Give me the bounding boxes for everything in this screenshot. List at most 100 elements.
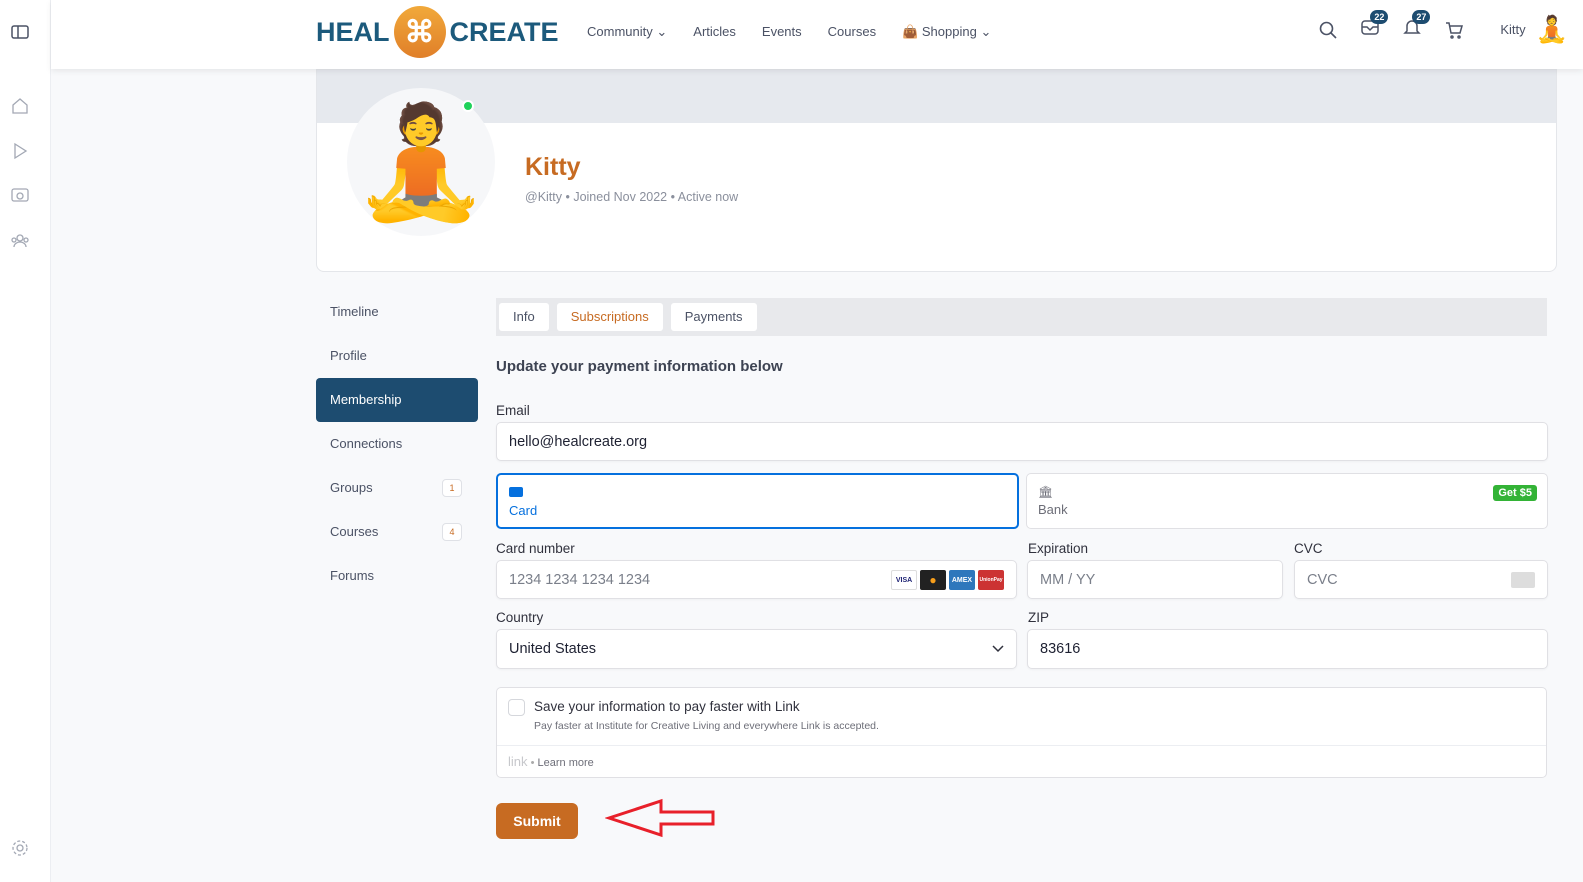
- link-save-box: Save your information to pay faster with…: [496, 687, 1547, 778]
- site-logo[interactable]: HEAL ⌘ CREATE: [316, 6, 559, 58]
- bank-tab-label: Bank: [1038, 502, 1068, 517]
- zip-value: 83616: [1040, 641, 1081, 657]
- cvc-placeholder: CVC: [1307, 571, 1338, 588]
- nav-articles[interactable]: Articles: [693, 24, 736, 40]
- membership-tabs: Info Subscriptions Payments: [496, 298, 1547, 336]
- nav-events[interactable]: Events: [762, 24, 802, 40]
- cvc-label: CVC: [1294, 541, 1323, 556]
- menu-forums[interactable]: Forums: [316, 554, 478, 598]
- chevron-down-icon: [992, 645, 1004, 653]
- submit-button[interactable]: Submit: [496, 803, 578, 839]
- chevron-down-icon: ⌄: [656, 24, 668, 39]
- zip-input[interactable]: 83616: [1027, 629, 1548, 669]
- menu-label: Groups: [330, 480, 373, 495]
- email-field[interactable]: hello@healcreate.org: [496, 422, 1548, 461]
- visa-icon: VISA: [891, 570, 917, 590]
- card-number-placeholder: 1234 1234 1234 1234: [509, 571, 651, 588]
- messages-button[interactable]: 22: [1360, 10, 1389, 42]
- email-value: hello@healcreate.org: [509, 433, 648, 450]
- link-description: Pay faster at Institute for Creative Liv…: [534, 720, 879, 732]
- email-label: Email: [496, 403, 530, 418]
- courses-count: 4: [442, 523, 462, 541]
- expiration-label: Expiration: [1028, 541, 1089, 556]
- form-heading: Update your payment information below: [496, 358, 783, 375]
- bank-icon: 🏛: [1038, 485, 1054, 499]
- logo-mark-icon: ⌘: [393, 6, 446, 58]
- logo-text-right: CREATE: [449, 16, 559, 47]
- menu-membership[interactable]: Membership: [316, 378, 478, 422]
- top-header: HEAL ⌘ CREATE Community ⌄ Articles Event…: [51, 0, 1583, 69]
- settings-icon[interactable]: [10, 838, 30, 858]
- menu-label: Connections: [330, 436, 403, 451]
- mastercard-icon: ●: [920, 570, 946, 590]
- menu-label: Forums: [330, 568, 375, 583]
- profile-menu: Timeline Profile Membership Connections …: [316, 290, 478, 598]
- username[interactable]: Kitty: [1500, 22, 1525, 37]
- amex-icon: AMEX: [949, 570, 975, 590]
- country-select[interactable]: United States: [496, 629, 1017, 669]
- nav-shopping[interactable]: 👜 Shopping ⌄: [902, 24, 991, 40]
- nav-label: Community: [587, 24, 653, 39]
- zip-label: ZIP: [1028, 610, 1050, 625]
- chevron-down-icon: ⌄: [980, 24, 992, 39]
- cart-icon[interactable]: [1444, 20, 1464, 40]
- left-sidebar: [0, 0, 51, 882]
- messages-badge: 22: [1370, 10, 1389, 24]
- menu-groups[interactable]: Groups 1: [316, 466, 478, 510]
- search-icon[interactable]: [1318, 20, 1338, 40]
- profile-avatar: 🧘: [347, 88, 495, 236]
- unionpay-icon: UnionPay: [978, 570, 1004, 590]
- expiration-placeholder: MM / YY: [1040, 571, 1096, 588]
- cvc-card-icon: [1511, 572, 1535, 588]
- profile-meta: @Kitty • Joined Nov 2022 • Active now: [525, 190, 739, 204]
- nav-label: Shopping: [921, 24, 977, 39]
- play-icon[interactable]: [10, 141, 30, 161]
- online-indicator: [462, 100, 474, 112]
- profile-name: Kitty: [525, 153, 581, 181]
- menu-label: Courses: [330, 524, 379, 539]
- notifications-button[interactable]: 27: [1402, 10, 1431, 42]
- link-title: Save your information to pay faster with…: [534, 699, 800, 714]
- cvc-input[interactable]: CVC: [1294, 560, 1548, 599]
- avatar[interactable]: 🧘: [1536, 14, 1568, 45]
- members-icon[interactable]: [10, 231, 30, 251]
- bank-method-tab[interactable]: 🏛 Bank Get $5: [1026, 473, 1548, 529]
- card-tab-label: Card: [509, 503, 538, 518]
- menu-label: Membership: [330, 392, 402, 407]
- logo-text-left: HEAL: [316, 16, 390, 47]
- menu-timeline[interactable]: Timeline: [316, 290, 478, 334]
- home-icon[interactable]: [10, 96, 30, 116]
- tab-subscriptions[interactable]: Subscriptions: [556, 303, 663, 331]
- menu-connections[interactable]: Connections: [316, 422, 478, 466]
- tab-payments[interactable]: Payments: [670, 303, 757, 331]
- card-brands: VISA ● AMEX UnionPay: [891, 570, 1004, 590]
- menu-label: Timeline: [330, 304, 379, 319]
- sidebar-toggle-icon[interactable]: [10, 22, 30, 42]
- groups-count: 1: [442, 479, 462, 497]
- header-actions: 22 27 Kitty 🧘: [1318, 10, 1568, 45]
- card-number-input[interactable]: 1234 1234 1234 1234 VISA ● AMEX UnionPay: [496, 560, 1017, 599]
- link-logo: link: [508, 754, 528, 769]
- cover-image: [317, 70, 1556, 123]
- shopping-bag-icon: 👜: [902, 24, 919, 39]
- country-value: United States: [509, 641, 597, 657]
- country-label: Country: [496, 610, 544, 625]
- certificate-icon[interactable]: [10, 186, 30, 206]
- card-number-label: Card number: [496, 541, 575, 556]
- notifications-badge: 27: [1412, 10, 1431, 24]
- tab-info[interactable]: Info: [499, 303, 549, 331]
- card-method-tab[interactable]: Card: [496, 473, 1019, 529]
- menu-profile[interactable]: Profile: [316, 334, 478, 378]
- learn-more-link[interactable]: Learn more: [538, 757, 594, 769]
- nav-community[interactable]: Community ⌄: [587, 24, 667, 40]
- bank-promo-badge: Get $5: [1493, 485, 1537, 501]
- menu-courses[interactable]: Courses 4: [316, 510, 478, 554]
- nav-courses[interactable]: Courses: [828, 24, 876, 40]
- menu-label: Profile: [330, 348, 367, 363]
- red-arrow-annotation: [605, 798, 715, 838]
- profile-header: 🧘 Kitty @Kitty • Joined Nov 2022 • Activ…: [316, 69, 1557, 272]
- main-nav: Community ⌄ Articles Events Courses 👜 Sh…: [587, 24, 991, 40]
- card-icon: [509, 487, 523, 497]
- link-checkbox[interactable]: [508, 699, 525, 716]
- expiration-input[interactable]: MM / YY: [1027, 560, 1283, 599]
